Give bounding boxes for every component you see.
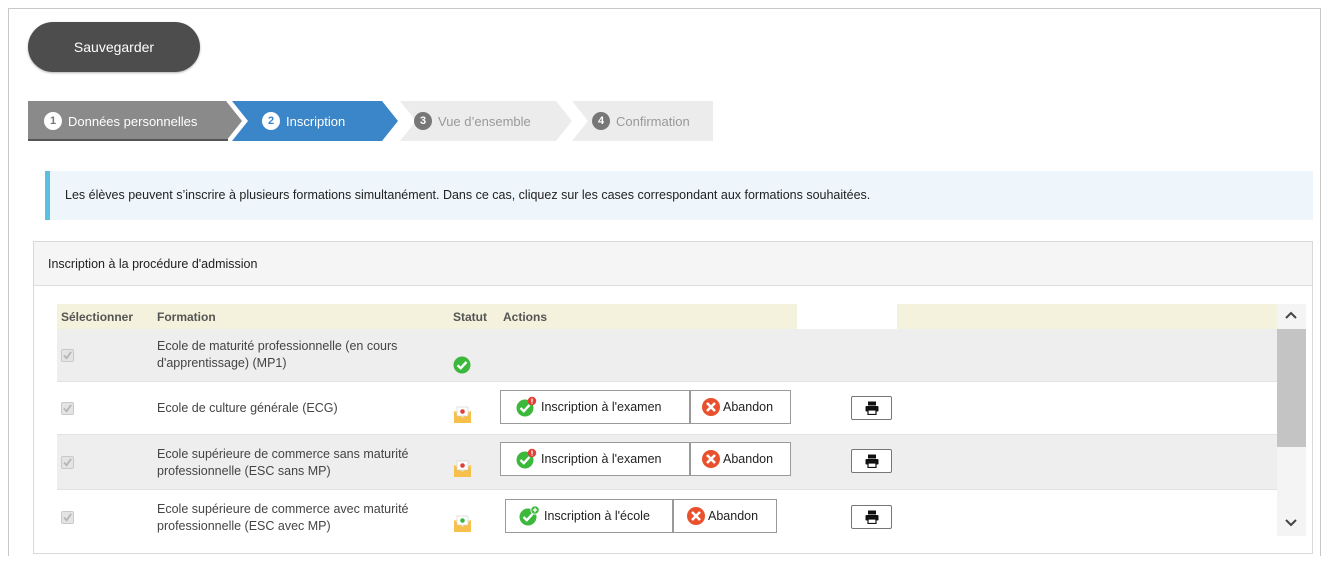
- step-number: 1: [44, 112, 62, 130]
- envelope-pending-icon: [453, 406, 472, 428]
- abandon-button[interactable]: Abandon: [673, 499, 777, 533]
- scrollbar-thumb[interactable]: [1277, 329, 1306, 447]
- table-row: Ecole de maturité professionnelle (en co…: [57, 329, 1277, 382]
- check-circle-icon: [453, 356, 471, 377]
- step-personal-data[interactable]: 1 Données personnelles: [28, 101, 242, 141]
- save-button[interactable]: Sauvegarder: [28, 22, 200, 72]
- envelope-pending-icon: [453, 460, 472, 482]
- col-actions: Actions: [503, 310, 548, 324]
- register-exam-button[interactable]: Inscription à l'examen: [500, 442, 690, 476]
- register-school-button[interactable]: Inscription à l'école: [505, 499, 673, 533]
- step-inscription[interactable]: 2 Inscription: [232, 101, 398, 141]
- register-exam-label: Inscription à l'examen: [541, 452, 662, 466]
- register-school-label: Inscription à l'école: [544, 509, 650, 523]
- vertical-scrollbar[interactable]: [1277, 304, 1306, 536]
- step-number: 2: [262, 112, 280, 130]
- close-circle-icon: [702, 450, 720, 468]
- table-row: Ecole supérieure de commerce avec maturi…: [57, 490, 1277, 536]
- step-number: 3: [414, 112, 432, 130]
- close-circle-icon: [687, 507, 705, 525]
- formation-name: Ecole de maturité professionnelle (en co…: [157, 339, 398, 370]
- admission-panel: Inscription à la procédure d'admission S…: [33, 241, 1313, 554]
- abandon-label: Abandon: [723, 452, 774, 466]
- col-status: Statut: [453, 310, 487, 324]
- formation-name: Ecole de culture générale (ECG): [157, 401, 338, 415]
- check-alert-icon: [516, 396, 537, 417]
- check-plus-icon: [519, 505, 540, 526]
- formations-grid: Sélectionner Formation Statut Actions Ec…: [57, 304, 1306, 536]
- chevron-up-icon[interactable]: [1284, 310, 1298, 320]
- select-checkbox[interactable]: [61, 349, 74, 362]
- abandon-label: Abandon: [708, 509, 759, 523]
- step-label: Inscription: [286, 113, 346, 129]
- step-label: Vue d’ensemble: [438, 113, 531, 129]
- step-overview[interactable]: 3 Vue d’ensemble: [392, 101, 572, 141]
- formation-name: Ecole supérieure de commerce sans maturi…: [157, 447, 409, 478]
- select-checkbox[interactable]: [61, 456, 74, 469]
- abandon-button[interactable]: Abandon: [690, 442, 791, 476]
- abandon-button[interactable]: Abandon: [690, 390, 791, 424]
- info-callout: Les élèves peuvent s’inscrire à plusieur…: [45, 171, 1313, 220]
- table-row: Ecole de culture générale (ECG) Inscript…: [57, 382, 1277, 435]
- print-button[interactable]: [851, 396, 892, 420]
- envelope-ok-icon: [453, 515, 472, 536]
- check-alert-icon: [516, 448, 537, 469]
- close-circle-icon: [702, 398, 720, 416]
- print-button[interactable]: [851, 449, 892, 473]
- register-exam-label: Inscription à l'examen: [541, 400, 662, 414]
- print-button[interactable]: [851, 505, 892, 529]
- select-checkbox[interactable]: [61, 402, 74, 415]
- table-row: Ecole supérieure de commerce sans maturi…: [57, 435, 1277, 490]
- formation-name: Ecole supérieure de commerce avec maturi…: [157, 502, 409, 533]
- step-confirmation[interactable]: 4 Confirmation: [558, 101, 713, 141]
- info-text: Les élèves peuvent s’inscrire à plusieur…: [65, 188, 871, 202]
- printer-icon: [865, 454, 878, 468]
- register-exam-button[interactable]: Inscription à l'examen: [500, 390, 690, 424]
- step-label: Confirmation: [616, 113, 690, 129]
- printer-icon: [865, 510, 878, 524]
- col-select: Sélectionner: [61, 310, 134, 324]
- printer-icon: [865, 401, 878, 415]
- chevron-down-icon[interactable]: [1284, 518, 1298, 528]
- panel-title: Inscription à la procédure d'admission: [34, 242, 1312, 286]
- select-checkbox[interactable]: [61, 511, 74, 524]
- abandon-label: Abandon: [723, 400, 774, 414]
- step-number: 4: [592, 112, 610, 130]
- col-formation: Formation: [157, 310, 216, 324]
- step-label: Données personnelles: [68, 113, 198, 129]
- grid-header: Sélectionner Formation Statut Actions: [57, 304, 1277, 329]
